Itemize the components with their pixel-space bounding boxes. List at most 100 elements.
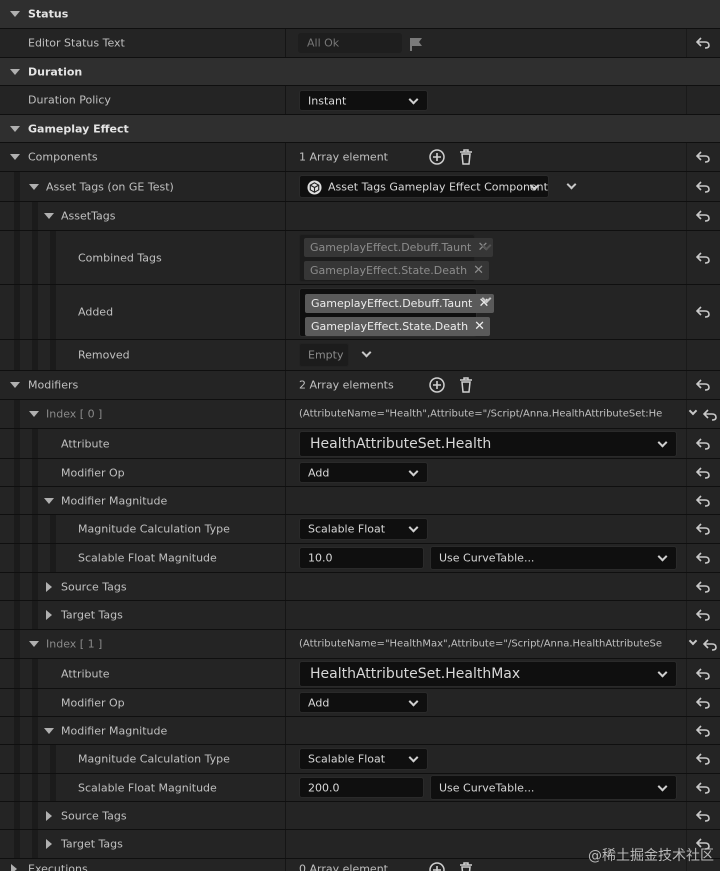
attribute-row: Attribute HealthAttributeSet.Health [0,429,720,459]
component-class-dropdown[interactable]: Asset Tags Gameplay Effect Component [299,175,549,198]
attribute-dropdown[interactable]: HealthAttributeSet.Health [299,431,677,457]
source-tags-row: Source Tags [0,802,720,830]
modifier-op-row: Modifier Op Add [0,459,720,487]
expand-arrow-icon[interactable] [46,581,52,592]
expand-arrow-icon[interactable] [44,213,54,219]
expand-arrow-icon[interactable] [10,125,20,132]
reset-arrow-icon[interactable] [696,437,710,450]
attribute-dropdown[interactable]: HealthAttributeSet.HealthMax [299,661,677,687]
reset-arrow-icon[interactable] [696,494,710,507]
chevron-down-icon[interactable] [566,179,577,190]
close-icon: ✕ [473,263,485,278]
calc-type-dropdown[interactable]: Scalable Float [299,748,428,770]
chevron-down-icon [657,551,668,562]
component-icon [307,180,322,195]
reset-arrow-icon[interactable] [696,466,710,479]
reset-arrow-icon[interactable] [696,781,710,794]
trash-icon[interactable] [458,149,474,165]
expand-arrow-icon[interactable] [29,641,39,647]
property-label: Removed [78,348,130,362]
reset-arrow-icon[interactable] [696,809,710,822]
expand-arrow-icon[interactable] [44,727,54,734]
expand-arrow-icon[interactable] [46,810,52,821]
modifiers-row: Modifiers 2 Array elements [0,371,720,400]
removed-tags-field: Empty [299,343,349,367]
expand-arrow-icon[interactable] [10,154,20,160]
modifier-magnitude-row: Modifier Magnitude [0,487,720,515]
chevron-down-icon [657,437,668,448]
expand-arrow-icon[interactable] [29,411,39,417]
expand-arrow-icon[interactable] [46,610,52,620]
added-tags-row: Added GameplayEffect.Debuff.Taunt ✕ Gamep… [0,285,720,340]
scalable-float-row: Scalable Float Magnitude 200.0 Use Curve… [0,774,720,802]
property-label: Modifier Op [61,466,125,479]
add-element-icon[interactable] [429,862,445,871]
property-label: Duration Policy [28,93,111,107]
modifier-summary: (AttributeName="Health",Attribute="/Scri… [299,408,663,420]
category-duration[interactable]: Duration [0,58,720,86]
chevron-down-icon [408,466,419,477]
curve-table-dropdown[interactable]: Use CurveTable... [430,546,677,570]
scalable-float-input[interactable]: 200.0 [299,777,424,798]
combined-tags-row: Combined Tags GameplayEffect.Debuff.Taun… [0,231,720,285]
reset-arrow-icon[interactable] [696,724,710,737]
expand-arrow-icon[interactable] [44,497,54,504]
tag-chip[interactable]: GameplayEffect.Debuff.Taunt ✕ [305,294,495,313]
reset-arrow-icon[interactable] [703,639,717,651]
reset-arrow-icon[interactable] [696,180,710,193]
reset-arrow-icon[interactable] [703,409,717,421]
tag-chip: GameplayEffect.Debuff.Taunt ✕ [304,238,494,257]
expand-arrow-icon[interactable] [29,183,39,190]
removed-tags-row: Removed Empty [0,340,720,371]
magnitude-calc-type-row: Magnitude Calculation Type Scalable Floa… [0,515,720,544]
property-label: Scalable Float Magnitude [78,551,217,565]
reset-arrow-icon[interactable] [696,379,710,391]
expand-arrow-icon[interactable] [10,382,20,388]
close-icon[interactable]: ✕ [474,317,485,336]
array-count: 1 Array element [299,150,388,164]
category-gameplay-effect[interactable]: Gameplay Effect [0,115,720,143]
flag-icon[interactable] [408,36,424,52]
reset-arrow-icon[interactable] [696,251,710,264]
scalable-float-input[interactable]: 10.0 [299,547,424,569]
reset-arrow-icon[interactable] [696,696,710,709]
trash-icon[interactable] [458,377,474,393]
chevron-down-icon [408,696,419,707]
expand-arrow-icon[interactable] [10,68,20,75]
expand-arrow-icon[interactable] [46,839,52,849]
reset-arrow-icon[interactable] [696,210,710,222]
expand-arrow-icon[interactable] [11,864,17,871]
chevron-down-icon[interactable] [688,406,698,416]
array-count: 2 Array elements [299,378,394,392]
tag-chip[interactable]: GameplayEffect.State.Death ✕ [305,317,491,336]
expand-arrow-icon[interactable] [10,11,20,17]
duration-policy-dropdown[interactable]: Instant [299,90,428,111]
calc-type-dropdown[interactable]: Scalable Float [299,518,428,540]
category-status[interactable]: Status [0,0,720,29]
reset-arrow-icon[interactable] [696,37,710,49]
property-label: Target Tags [61,837,123,851]
property-label: Combined Tags [78,251,162,264]
curve-table-dropdown[interactable]: Use CurveTable... [430,775,677,800]
target-tags-row: Target Tags [0,601,720,630]
reset-arrow-icon[interactable] [696,753,710,765]
reset-arrow-icon[interactable] [696,306,710,318]
editor-status-text-row: Editor Status Text All Ok [0,29,720,58]
reset-arrow-icon[interactable] [696,667,710,680]
reset-arrow-icon[interactable] [696,552,710,564]
chevron-down-icon [408,522,419,533]
modifier-op-dropdown[interactable]: Add [299,692,428,713]
array-count: 0 Array element [299,862,388,871]
chevron-down-icon[interactable] [361,347,372,358]
reset-arrow-icon[interactable] [696,151,710,163]
modifier-op-dropdown[interactable]: Add [299,462,428,483]
reset-arrow-icon[interactable] [696,523,710,535]
trash-icon[interactable] [458,862,474,871]
add-element-icon[interactable] [429,149,445,165]
add-element-icon[interactable] [429,377,445,393]
chevron-down-icon[interactable] [688,636,698,646]
reset-arrow-icon[interactable] [696,580,710,593]
reset-arrow-icon[interactable] [696,609,710,621]
added-tags-container: GameplayEffect.Debuff.Taunt ✕ GameplayEff… [299,288,495,337]
property-label: Executions [28,862,88,871]
